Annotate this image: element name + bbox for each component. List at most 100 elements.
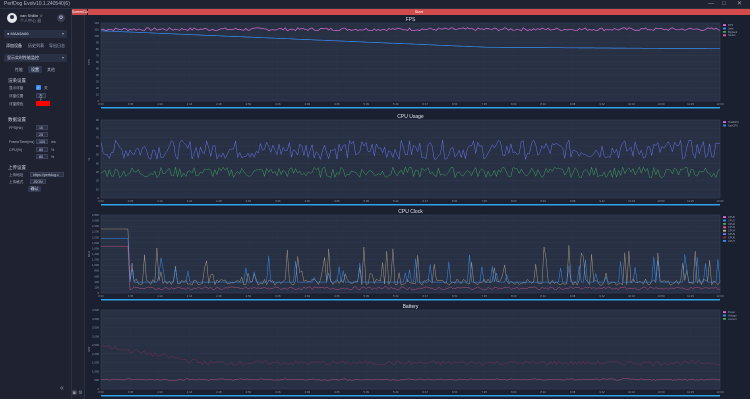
upload-url-input[interactable]: https://perfdog.c <box>30 172 64 177</box>
legend-swatch <box>723 121 726 123</box>
x-tick-label: 4:00 <box>305 294 311 298</box>
cpu-unit-2: % <box>51 155 55 159</box>
x-tick-label: 10:50 <box>658 390 665 394</box>
nav-tab-add-device[interactable]: 添加设备 <box>6 42 22 50</box>
y-tick-label: 10 <box>96 93 100 97</box>
x-tick-label: 9:08 <box>570 390 576 394</box>
x-tick-label: 12:00 <box>717 102 724 106</box>
fps-input[interactable]: 10 <box>36 125 48 130</box>
x-tick-label: 0:35 <box>128 390 134 394</box>
settings-icon[interactable]: ⚙ <box>78 390 82 396</box>
x-tick-label: 8:00 <box>511 294 517 298</box>
float-color-swatch[interactable] <box>36 101 50 106</box>
tool-strip <box>72 15 85 399</box>
y-tick-label: 30 <box>96 170 100 174</box>
x-tick-label: 1:44 <box>187 294 193 298</box>
x-tick-label: 4:00 <box>305 102 311 106</box>
x-tick-label: 10:50 <box>658 102 665 106</box>
tab-settings[interactable]: 设置 <box>28 66 42 73</box>
x-tick-label: 9:42 <box>599 102 605 106</box>
x-tick-label: 6:51 <box>452 199 458 203</box>
y-tick-label: 80 <box>96 47 100 51</box>
x-tick-label: 10:50 <box>658 294 665 298</box>
minimize-button[interactable]: — <box>708 0 714 9</box>
settings-tabs: 性能 设置 其他 <box>12 66 62 73</box>
maximize-button[interactable]: □ <box>722 0 726 9</box>
legend-label: BigJank <box>728 30 738 34</box>
settings-gear-icon[interactable]: ⚙ <box>57 14 65 22</box>
data-settings-title: 数据设置 <box>8 117 26 122</box>
confirm-button[interactable]: 确认 <box>28 186 41 192</box>
x-tick-label: 1:44 <box>187 199 193 203</box>
nav-tab-export[interactable]: 导出日志 <box>49 42 65 50</box>
x-tick-label: 8:34 <box>540 294 546 298</box>
frametime-input[interactable]: 100 <box>36 139 48 144</box>
y-tick-label: 2,400 <box>92 224 99 228</box>
float-position-select[interactable]: 左上 <box>36 93 46 102</box>
y-tick-label: 1,000 <box>92 263 99 267</box>
chart-title: FPS <box>406 17 416 23</box>
x-tick-label: 9:08 <box>570 199 576 203</box>
upload-format-select[interactable]: JSON <box>30 179 46 184</box>
app-select[interactable]: 显示实时性能监控 ▾ <box>4 54 67 62</box>
x-tick-label: 1:44 <box>187 102 193 106</box>
y-tick-label: 1,500 <box>92 361 99 365</box>
nav-tab-history[interactable]: 历史列表 <box>28 42 44 50</box>
plot-area <box>100 309 721 390</box>
x-tick-label: 6:51 <box>452 102 458 106</box>
x-tick-label: 2:18 <box>216 102 222 106</box>
x-tick-label: 11:25 <box>687 390 694 394</box>
y-tick-label: 100 <box>94 34 99 38</box>
x-tick-label: 1:10 <box>157 390 163 394</box>
fps-input-2[interactable]: 25 <box>36 132 48 137</box>
x-tick-label: 8:00 <box>511 390 517 394</box>
legend-swatch <box>723 236 726 239</box>
cpu-input-2[interactable]: 80 <box>36 154 48 159</box>
x-tick-label: 5:43 <box>393 294 399 298</box>
x-tick-label: 9:42 <box>599 294 605 298</box>
y-tick-label: 60 <box>96 144 100 148</box>
legend-label: AppCPU <box>728 123 738 127</box>
avatar[interactable] <box>7 13 17 23</box>
chart-svg: Battery05001,0001,5002,0002,5003,0003,50… <box>87 304 737 397</box>
x-tick-label: 4:00 <box>305 199 311 203</box>
x-tick-label: 0:35 <box>128 102 134 106</box>
folder-icon[interactable]: ▣ <box>72 390 77 396</box>
nav-tabs: 添加设备 历史列表 导出日志 <box>4 42 68 50</box>
x-tick-label: 2:18 <box>216 390 222 394</box>
window-title: PerfDog Evolv10.1.240540(6) <box>4 1 70 7</box>
tab-performance[interactable]: 性能 <box>12 66 26 73</box>
charts-area: FPS 0 10 20 30 40 50 60 70 80 90 100 110 120 FPS 0:00 0:… <box>85 15 750 399</box>
collapse-sidebar-icon[interactable]: « <box>60 385 64 392</box>
x-tick-label: 6:17 <box>423 294 429 298</box>
show-float-label: 显示浮窗 <box>9 86 24 90</box>
y-tick-label: 90 <box>96 118 100 122</box>
time-scrollbar <box>101 204 720 206</box>
chart-svg: CPU Clock02004006008001,0001,2001,4001,6… <box>87 209 735 301</box>
y-tick-label: 1,800 <box>92 241 99 245</box>
y-tick-label: 50 <box>96 153 100 157</box>
chart-svg: FPS0102030405060708090100110120FPS0:00 0:… <box>87 17 738 109</box>
legend-label: CPU1 <box>728 218 735 222</box>
x-tick-label: 8:00 <box>511 199 517 203</box>
frametime-unit: ms <box>51 140 56 144</box>
device-select[interactable]: ● MAA5A66 ▾ <box>4 30 67 38</box>
x-tick-label: 2:52 <box>246 102 252 106</box>
cpu-input[interactable]: 80 <box>36 147 48 152</box>
tab-other[interactable]: 其他 <box>44 66 58 73</box>
y-tick-label: 50 <box>96 67 100 71</box>
x-tick-label: 8:34 <box>540 199 546 203</box>
x-tick-label: 12:00 <box>717 390 724 394</box>
legend-swatch <box>723 219 726 222</box>
y-tick-label: 1,600 <box>92 246 99 250</box>
y-tick-label: 2,000 <box>92 352 99 356</box>
show-float-checkbox[interactable]: ✓ <box>36 85 41 90</box>
user-links[interactable]: 个人中心 退 <box>20 18 41 24</box>
x-tick-label: 0:00 <box>98 199 104 203</box>
bottom-toolbar: ▣ ⚙ <box>72 390 83 396</box>
close-button[interactable]: ✕ <box>737 0 742 9</box>
chart-fps: FPS 0 10 20 30 40 50 60 70 80 90 100 110 120 FPS 0:00 0:… <box>85 15 750 111</box>
chart-title: Battery <box>403 304 419 310</box>
y-tick-label: 800 <box>94 269 99 273</box>
y-tick-label: 200 <box>94 285 99 289</box>
